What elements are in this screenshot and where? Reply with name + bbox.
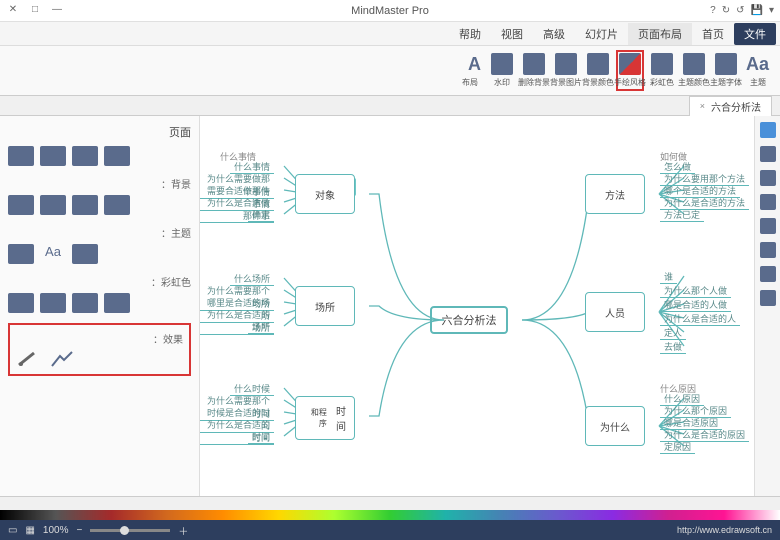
- doc-tab-active[interactable]: 六合分析法 ×: [689, 96, 772, 116]
- layout-grid: [8, 146, 191, 166]
- leaf[interactable]: 谁: [660, 270, 677, 284]
- close-icon[interactable]: ✕: [6, 4, 20, 18]
- btn-layout[interactable]: A布局: [456, 50, 484, 91]
- bg-opt[interactable]: [8, 195, 34, 215]
- panel-sec-effect: 效果：: [16, 331, 183, 346]
- help-icon[interactable]: ?: [710, 5, 716, 16]
- theme-opt[interactable]: Aa: [40, 244, 66, 264]
- btn-watermark[interactable]: 水印: [488, 50, 516, 91]
- color-opt[interactable]: [40, 293, 66, 313]
- leaf[interactable]: 为什么那个人做: [660, 284, 731, 298]
- tab-help[interactable]: 帮助: [449, 23, 491, 45]
- doc-tab-label: 六合分析法: [711, 99, 761, 114]
- maximize-icon[interactable]: □: [28, 4, 42, 18]
- zoom-out-icon[interactable]: −: [76, 525, 82, 536]
- panel-sec-theme: 主题：: [8, 225, 191, 240]
- btn-theme-font2[interactable]: 主题字体: [712, 50, 740, 91]
- panel-title: 页面: [8, 124, 191, 140]
- dropdown-icon[interactable]: ▾: [769, 5, 774, 16]
- vertical-toolbar: [754, 116, 780, 496]
- node-left-2[interactable]: 场所: [295, 286, 355, 326]
- titlebar: ✕ □ — MindMaster Pro ? ↻ ↺ 💾 ▾: [0, 0, 780, 22]
- color-opt[interactable]: [104, 293, 130, 313]
- btn-hand-drawn[interactable]: 手绘风格: [616, 50, 644, 91]
- btn-bg-color[interactable]: 背景颜色: [584, 50, 612, 91]
- effect-box: 效果：: [8, 323, 191, 376]
- tab-layout[interactable]: 页面布局: [628, 23, 692, 45]
- leaf[interactable]: 哪是合适的人做: [660, 298, 731, 312]
- ribbon-tabs: 文件 首页 页面布局 幻灯片 高级 视图 帮助: [0, 22, 780, 46]
- node-left-3[interactable]: 时间和程序: [295, 396, 355, 440]
- circle-tool-icon[interactable]: [760, 242, 776, 258]
- minimize-icon[interactable]: —: [50, 4, 64, 18]
- status-icon[interactable]: ▭: [8, 525, 17, 536]
- flag-tool-icon[interactable]: [760, 266, 776, 282]
- tab-advanced[interactable]: 高级: [533, 23, 575, 45]
- print-tool-icon[interactable]: [760, 290, 776, 306]
- theme-opt[interactable]: [72, 244, 98, 264]
- layout-opt[interactable]: [40, 146, 66, 166]
- color-palette-bar[interactable]: [0, 510, 780, 520]
- app-title: MindMaster Pro: [351, 5, 429, 17]
- color-opt[interactable]: [8, 293, 34, 313]
- shape-tool-icon[interactable]: [760, 194, 776, 210]
- workspace: 六合分析法: [0, 116, 780, 496]
- leaf[interactable]: 确定: [248, 208, 274, 222]
- layout-opt[interactable]: [72, 146, 98, 166]
- zoom-value: 100%: [43, 525, 69, 536]
- leaf[interactable]: 定原因: [660, 440, 695, 454]
- effect-pen-icon[interactable]: [50, 350, 74, 368]
- layout-tool-icon[interactable]: [760, 146, 776, 162]
- leaf[interactable]: 方法已定: [660, 208, 704, 222]
- tab-slides[interactable]: 幻灯片: [575, 23, 628, 45]
- close-icon[interactable]: ×: [700, 101, 705, 111]
- ribbon-body: Aa主题 主题字体 主题颜色 彩虹色 手绘风格 背景颜色 背景图片 删除背景 水…: [0, 46, 780, 96]
- theme-opt[interactable]: [8, 244, 34, 264]
- tab-file[interactable]: 文件: [734, 23, 776, 45]
- node-right-2[interactable]: 人员: [585, 292, 645, 332]
- node-right-3[interactable]: 为什么: [585, 406, 645, 446]
- bg-opt[interactable]: [72, 195, 98, 215]
- layout-opt[interactable]: [104, 146, 130, 166]
- layout-opt[interactable]: [8, 146, 34, 166]
- btn-rainbow[interactable]: 彩虹色: [648, 50, 676, 91]
- panel-sec-color: 彩虹色：: [8, 274, 191, 289]
- leaf[interactable]: 定人: [660, 326, 686, 340]
- btn-theme-font[interactable]: Aa主题: [744, 50, 772, 91]
- statusbar: ▭ ▦ 100% − ＋ http://www.edrawsoft.cn: [0, 520, 780, 540]
- undo-icon[interactable]: ↺: [736, 5, 744, 16]
- btn-remove-bg[interactable]: 删除背景: [520, 50, 548, 91]
- bg-opt[interactable]: [40, 195, 66, 215]
- leaf[interactable]: 场所: [248, 320, 274, 334]
- save-icon[interactable]: 💾: [751, 5, 763, 16]
- color-opt[interactable]: [72, 293, 98, 313]
- document-tabs: 六合分析法 ×: [0, 96, 780, 116]
- side-panel: 页面 背景： 主题： Aa 彩虹色： 效果：: [0, 116, 200, 496]
- leaf[interactable]: 去做: [660, 340, 686, 354]
- status-url: http://www.edrawsoft.cn: [677, 525, 772, 535]
- scrollbar-horizontal[interactable]: [0, 496, 780, 510]
- zoom-in-icon[interactable]: ＋: [178, 523, 188, 538]
- star-tool-icon[interactable]: [760, 218, 776, 234]
- bg-opt[interactable]: [104, 195, 130, 215]
- leaf[interactable]: 时间: [248, 430, 274, 444]
- node-right-1[interactable]: 方法: [585, 174, 645, 214]
- zoom-slider[interactable]: [90, 529, 170, 532]
- node-tool-icon[interactable]: [760, 170, 776, 186]
- tab-home[interactable]: 首页: [692, 23, 734, 45]
- effect-brush-icon[interactable]: [16, 350, 40, 368]
- panel-sec-bg: 背景：: [8, 176, 191, 191]
- tab-view[interactable]: 视图: [491, 23, 533, 45]
- status-icon[interactable]: ▦: [25, 525, 34, 536]
- canvas[interactable]: 六合分析法: [200, 116, 754, 496]
- btn-bg-image[interactable]: 背景图片: [552, 50, 580, 91]
- redo-icon[interactable]: ↻: [722, 5, 730, 16]
- node-left-1[interactable]: 对象: [295, 174, 355, 214]
- center-node[interactable]: 六合分析法: [430, 306, 508, 334]
- leaf[interactable]: 为什么是合适的人: [660, 312, 740, 326]
- btn-theme-color[interactable]: 主题颜色: [680, 50, 708, 91]
- pointer-tool-icon[interactable]: [760, 122, 776, 138]
